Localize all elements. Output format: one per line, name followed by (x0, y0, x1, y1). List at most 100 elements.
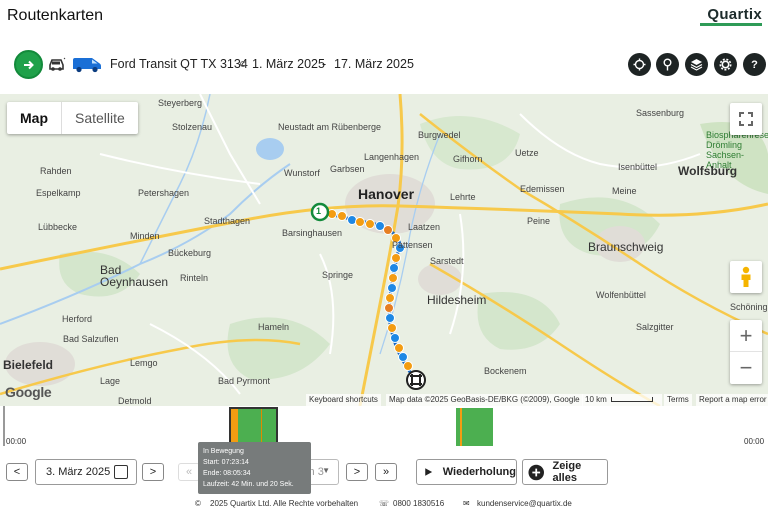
copyright-text: 2025 Quartix Ltd. Alle Rechte vorbehalte… (210, 499, 359, 508)
place-label: Neustadt am Rübenberge (278, 122, 382, 132)
place-label: Wolfsburg (678, 164, 738, 178)
place-label: Bückeburg (168, 248, 212, 258)
place-label: Bockenem (484, 366, 527, 376)
place-label-major: Hanover (358, 186, 415, 202)
place-label: Lübbecke (38, 222, 78, 232)
date-picker[interactable]: 3. März 2025 (35, 459, 137, 485)
place-label: Meine (612, 186, 637, 196)
settings-button[interactable] (714, 53, 737, 76)
show-all-button[interactable]: Zeige alles (522, 459, 608, 485)
phone-icon: ☏ (379, 499, 390, 508)
place-label: Peine (527, 216, 551, 226)
route-start-label: 1 (316, 206, 322, 216)
place-label: Herford (62, 314, 93, 324)
replay-button[interactable]: Wiederholung (416, 459, 517, 485)
place-label: Wunstorf (284, 168, 320, 178)
place-label: Detmold (118, 396, 152, 406)
fullscreen-icon (739, 112, 753, 126)
google-logo: Google (5, 384, 52, 400)
place-label: Lemgo (130, 358, 158, 368)
place-label: Langenhagen (364, 152, 420, 162)
help-button[interactable]: ? (743, 53, 766, 76)
place-label: Rinteln (180, 273, 209, 283)
copyright-icon: © (195, 499, 201, 508)
street-view-button[interactable] (730, 261, 762, 293)
separator-dot (240, 61, 246, 67)
locate-button[interactable] (628, 53, 651, 76)
fullscreen-button[interactable] (730, 103, 762, 135)
place-label: Uetze (515, 148, 539, 158)
place-label: Sarstedt (430, 256, 464, 266)
map-scale-bar (610, 397, 653, 403)
target-icon (633, 58, 646, 71)
route-map[interactable]: 1 Steyerberg Stolzenau Neustadt am Rüben… (0, 94, 768, 406)
support-email[interactable]: kundenservice@quartix.de (477, 499, 572, 508)
layers-icon (690, 59, 703, 71)
place-label: Bad Pyrmont (218, 376, 271, 386)
brand-underline (700, 23, 762, 26)
chevron-down-icon: ▼ (322, 466, 330, 475)
calendar-icon (114, 465, 128, 479)
place-label: Braunschweig (588, 240, 664, 254)
place-label: Wolfenbüttel (596, 290, 646, 300)
place-label: Stadthagen (204, 216, 251, 226)
terms-link[interactable]: Terms (664, 394, 692, 406)
van-icon (73, 58, 101, 73)
place-label: Espelkamp (36, 188, 81, 198)
zoom-out-button[interactable]: − (730, 352, 762, 384)
place-label: Bad Oeynhausen (100, 263, 169, 289)
next-day-button[interactable]: > (142, 463, 164, 481)
poi-button[interactable] (656, 53, 679, 76)
phone-number[interactable]: 0800 1830516 (393, 499, 444, 508)
date-range-start[interactable]: 1. März 2025 (252, 57, 325, 71)
pegman-icon (741, 266, 751, 287)
plus-circle-icon (528, 464, 544, 480)
first-trip-button[interactable]: « (178, 463, 200, 481)
place-label: Bielefeld (3, 358, 54, 372)
timeline-moving-block[interactable] (462, 408, 493, 446)
footer: © 2025 Quartix Ltd. Alle Rechte vorbehal… (0, 494, 768, 512)
vehicle-name[interactable]: Ford Transit QT TX 3134 (110, 57, 248, 71)
place-label: Stolzenau (172, 122, 213, 132)
car-icon[interactable] (48, 56, 66, 72)
current-date: 3. März 2025 (46, 466, 111, 478)
page-title: Routenkarten (7, 7, 104, 24)
route-map-page: Routenkarten Quartix Ford Transit QT TX … (0, 0, 768, 512)
date-range-end[interactable]: 17. März 2025 (334, 57, 414, 71)
place-label: Edemissen (520, 184, 565, 194)
tooltip-duration: Laufzeit: 42 Min. und 20 Sek. (203, 481, 294, 488)
place-label: Barsinghausen (282, 228, 343, 238)
place-label: Springe (322, 270, 354, 280)
zoom-in-button[interactable]: + (730, 320, 762, 352)
tooltip-start: Start: 07:23:14 (203, 459, 249, 466)
timeline-start-time: 00:00 (6, 437, 27, 446)
zoom-control: + − (730, 320, 762, 384)
map-type-map[interactable]: Map (7, 102, 61, 134)
brand-logo: Quartix (707, 6, 762, 23)
map-type-satellite[interactable]: Satellite (61, 102, 138, 134)
keyboard-shortcuts-link[interactable]: Keyboard shortcuts (306, 394, 381, 406)
go-button[interactable] (14, 50, 43, 79)
report-map-error-link[interactable]: Report a map error (696, 394, 768, 406)
date-range-separator: - (322, 57, 327, 71)
help-icon: ? (751, 58, 758, 71)
place-label: Isenbüttel (618, 162, 658, 172)
trip-timeline[interactable]: 00:00 00:00 (0, 406, 768, 454)
place-label: Steyerberg (158, 98, 203, 108)
place-label: Salzgitter (636, 322, 674, 332)
timeline-selection[interactable] (229, 407, 278, 447)
layers-button[interactable] (685, 53, 708, 76)
header: Routenkarten Quartix (0, 0, 768, 36)
map-scale: 10 km (582, 394, 662, 406)
place-label: Laatzen (408, 222, 441, 232)
place-label: Bad Salzuflen (63, 334, 119, 344)
last-trip-button[interactable]: » (375, 463, 397, 481)
place-label: Hildesheim (427, 293, 487, 307)
place-label: Pattensen (392, 240, 433, 250)
prev-day-button[interactable]: < (6, 463, 28, 481)
show-all-label: Zeige alles (552, 460, 582, 484)
next-trip-button[interactable]: > (346, 463, 368, 481)
place-label: Gifhorn (453, 154, 483, 164)
timeline-start-tick (3, 406, 5, 446)
timeline-end-time: 00:00 (744, 437, 765, 446)
